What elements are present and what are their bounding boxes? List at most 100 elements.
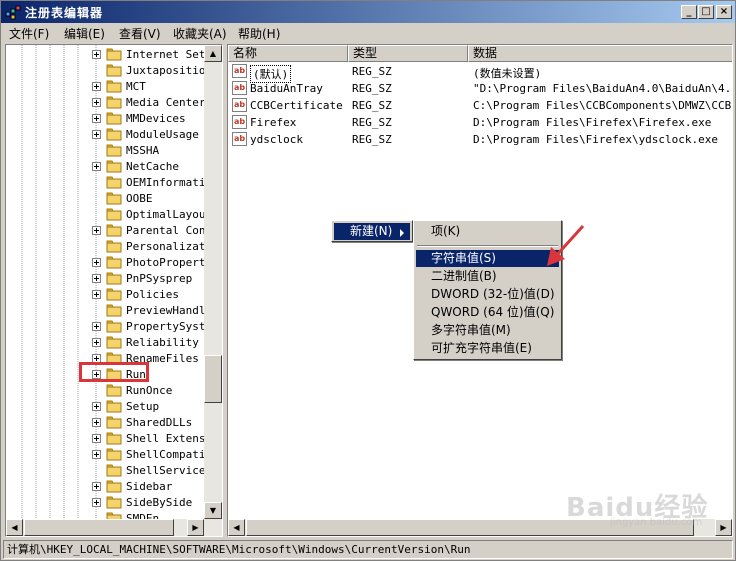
menu-favorites[interactable]: 收藏夹(A) bbox=[173, 25, 227, 42]
expand-plus-icon[interactable] bbox=[92, 418, 101, 427]
tree-item[interactable]: MMDevices bbox=[92, 111, 212, 127]
tree-scroll-thumb[interactable] bbox=[204, 355, 222, 403]
expand-plus-icon[interactable] bbox=[92, 50, 101, 59]
column-header-data[interactable]: 数据 bbox=[468, 45, 732, 62]
title-bar[interactable]: 注册表编辑器 _ □ × bbox=[1, 1, 735, 23]
tree-item[interactable]: SideBySide bbox=[92, 495, 212, 511]
value-row[interactable]: ab Firefex REG_SZ D:\Program Files\Firef… bbox=[228, 114, 732, 131]
tree-horizontal-scrollbar[interactable]: ◀ ▶ bbox=[6, 519, 222, 536]
submenu-item-key[interactable]: 项(K) bbox=[416, 223, 559, 240]
value-name: BaiduAnTray bbox=[250, 82, 323, 95]
tree-item[interactable]: Policies bbox=[92, 287, 212, 303]
tree-item[interactable]: Internet Sett bbox=[92, 47, 212, 63]
folder-icon bbox=[106, 272, 122, 285]
expand-plus-icon[interactable] bbox=[92, 114, 101, 123]
tree-item[interactable]: OEMInformatic bbox=[92, 175, 212, 191]
expand-plus-icon[interactable] bbox=[92, 82, 101, 91]
submenu-item-string-value[interactable]: 字符串值(S) bbox=[416, 250, 559, 267]
submenu-item-binary-value[interactable]: 二进制值(B) bbox=[416, 268, 559, 285]
folder-icon bbox=[106, 480, 122, 493]
expand-plus-icon[interactable] bbox=[92, 162, 101, 171]
submenu-item-expandable-string-value[interactable]: 可扩充字符串值(E) bbox=[416, 340, 559, 357]
minimize-button[interactable]: _ bbox=[681, 5, 697, 19]
tree-item-label: SharedDLLs bbox=[126, 416, 193, 429]
expand-plus-icon[interactable] bbox=[92, 290, 101, 299]
value-row[interactable]: ab (默认) REG_SZ (数值未设置) bbox=[228, 63, 732, 83]
column-header-name[interactable]: 名称 bbox=[228, 45, 348, 62]
tree-item[interactable]: MSSHA bbox=[92, 143, 212, 159]
menu-edit[interactable]: 编辑(E) bbox=[64, 25, 105, 42]
tree-item[interactable]: SharedDLLs bbox=[92, 415, 212, 431]
folder-icon bbox=[106, 224, 122, 237]
value-data: D:\Program Files\Firefex\ydsclock.exe bbox=[473, 133, 719, 146]
tree-item[interactable]: Setup bbox=[92, 399, 212, 415]
scroll-left-icon[interactable]: ◀ bbox=[228, 519, 245, 536]
window-title: 注册表编辑器 bbox=[25, 6, 104, 20]
tree-item[interactable]: MCT bbox=[92, 79, 212, 95]
tree-item[interactable]: PhotoProperty bbox=[92, 255, 212, 271]
close-button[interactable]: × bbox=[716, 5, 732, 19]
expand-plus-icon[interactable] bbox=[92, 482, 101, 491]
tree-item[interactable]: OptimalLayout bbox=[92, 207, 212, 223]
value-row[interactable]: ab BaiduAnTray REG_SZ "D:\Program Files\… bbox=[228, 80, 732, 97]
tree-item[interactable]: Personalizati bbox=[92, 239, 212, 255]
tree-item[interactable]: ModuleUsage bbox=[92, 127, 212, 143]
submenu-item-multi-string-value[interactable]: 多字符串值(M) bbox=[416, 322, 559, 339]
tree-item[interactable]: RunOnce bbox=[92, 383, 212, 399]
tree-item[interactable]: OOBE bbox=[92, 191, 212, 207]
expand-plus-icon[interactable] bbox=[92, 258, 101, 267]
value-row[interactable]: ab CCBCertificate REG_SZ C:\Program File… bbox=[228, 97, 732, 114]
tree-item[interactable]: Parental Cont bbox=[92, 223, 212, 239]
expand-plus-icon[interactable] bbox=[92, 402, 101, 411]
maximize-button[interactable]: □ bbox=[698, 5, 714, 19]
tree-item-label: Reliability bbox=[126, 336, 199, 349]
folder-icon bbox=[106, 400, 122, 413]
folder-icon bbox=[106, 176, 122, 189]
tree-item-label: Shell Extensi bbox=[126, 432, 213, 445]
expand-plus-icon[interactable] bbox=[92, 98, 101, 107]
scroll-up-icon[interactable]: ▲ bbox=[204, 45, 222, 62]
tree-hscroll-thumb[interactable] bbox=[24, 519, 174, 536]
expand-plus-icon[interactable] bbox=[92, 498, 101, 507]
context-menu-new[interactable]: 新建(N) bbox=[334, 223, 410, 240]
expand-plus-icon[interactable] bbox=[92, 338, 101, 347]
ab-string-value-icon: ab bbox=[232, 132, 247, 146]
menu-file[interactable]: 文件(F) bbox=[9, 25, 49, 42]
expand-plus-icon[interactable] bbox=[92, 434, 101, 443]
tree-item[interactable]: NetCache bbox=[92, 159, 212, 175]
folder-icon bbox=[106, 240, 122, 253]
folder-icon bbox=[106, 96, 122, 109]
tree-item[interactable]: PreviewHandle bbox=[92, 303, 212, 319]
menu-view[interactable]: 查看(V) bbox=[119, 25, 161, 42]
submenu-item-dword-value[interactable]: DWORD (32-位)值(D) bbox=[416, 286, 559, 303]
tree-item[interactable]: ShellCompatib bbox=[92, 447, 212, 463]
tree-vertical-scrollbar[interactable]: ▲ ▼ bbox=[204, 45, 222, 519]
expand-plus-icon[interactable] bbox=[92, 130, 101, 139]
expand-plus-icon[interactable] bbox=[92, 450, 101, 459]
folder-icon bbox=[106, 448, 122, 461]
folder-icon bbox=[106, 160, 122, 173]
value-row[interactable]: ab ydsclock REG_SZ D:\Program Files\Fire… bbox=[228, 131, 732, 148]
tree-item[interactable]: Media Center bbox=[92, 95, 212, 111]
submenu-arrow-icon bbox=[400, 229, 404, 237]
scroll-right-icon[interactable]: ▶ bbox=[187, 519, 204, 536]
tree-item[interactable]: Sidebar bbox=[92, 479, 212, 495]
column-header-type[interactable]: 类型 bbox=[348, 45, 468, 62]
submenu-item-qword-value[interactable]: QWORD (64 位)值(Q) bbox=[416, 304, 559, 321]
watermark-url: jingyan.baidu.com bbox=[610, 517, 703, 528]
tree-item[interactable]: Shell Extensi bbox=[92, 431, 212, 447]
tree-item[interactable]: Juxtaposition bbox=[92, 63, 212, 79]
expand-plus-icon[interactable] bbox=[92, 274, 101, 283]
folder-icon bbox=[106, 336, 122, 349]
tree-item[interactable]: ShellServiceO bbox=[92, 463, 212, 479]
tree-item[interactable]: PnPSysprep bbox=[92, 271, 212, 287]
value-type: REG_SZ bbox=[352, 133, 392, 146]
tree-item[interactable]: Reliability bbox=[92, 335, 212, 351]
key-tree-pane[interactable]: Internet Sett Juxtaposition MCT Media Cente… bbox=[5, 44, 223, 537]
scroll-down-icon[interactable]: ▼ bbox=[204, 502, 222, 519]
scroll-left-icon[interactable]: ◀ bbox=[6, 519, 23, 536]
expand-plus-icon[interactable] bbox=[92, 226, 101, 235]
menu-help[interactable]: 帮助(H) bbox=[238, 25, 280, 42]
expand-plus-icon[interactable] bbox=[92, 322, 101, 331]
tree-item[interactable]: PropertySyste bbox=[92, 319, 212, 335]
